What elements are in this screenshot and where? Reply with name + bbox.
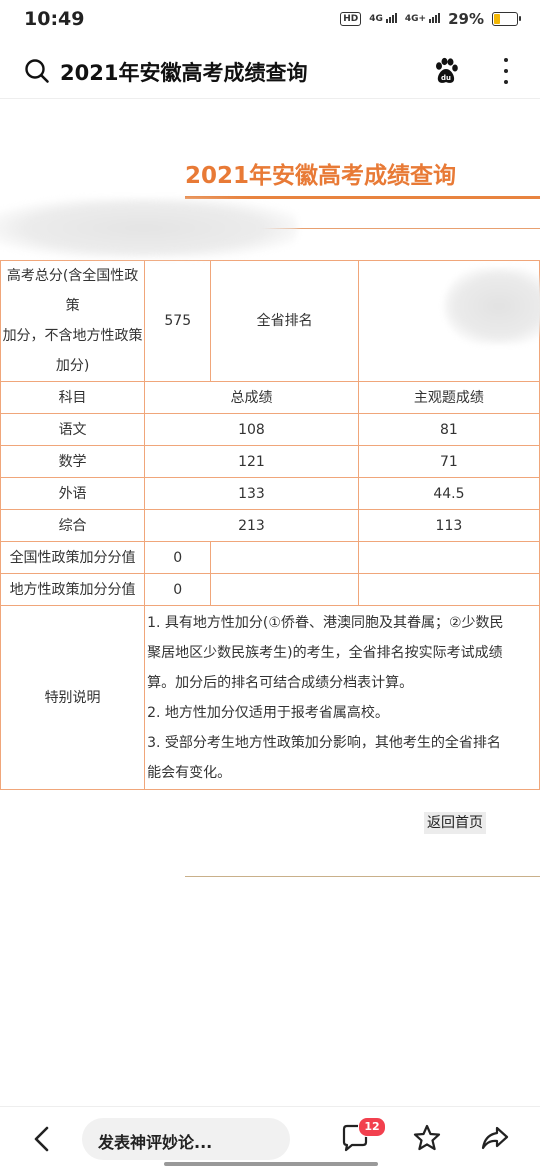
national-bonus-value: 0 bbox=[144, 541, 212, 574]
note-text: 1. 具有地方性加分(①侨眷、港澳同胞及其眷属；②少数民 聚居地区少数民族考生)… bbox=[144, 605, 540, 790]
page-title: 2021年安徽高考成绩查询 bbox=[60, 61, 308, 85]
search-icon[interactable] bbox=[24, 58, 50, 84]
empty-cell bbox=[357, 573, 540, 606]
table-row: 数学 121 71 bbox=[0, 445, 540, 478]
battery-percent: 29% bbox=[448, 10, 484, 28]
table-row: 外语 133 44.5 bbox=[0, 477, 540, 510]
comment-placeholder: 发表神评妙论... bbox=[98, 1133, 213, 1152]
total-label-line: 加分，不含地方性政策 bbox=[2, 328, 143, 344]
home-indicator[interactable] bbox=[164, 1162, 378, 1166]
header-subject: 科目 bbox=[0, 381, 146, 414]
subjective-cell: 113 bbox=[357, 509, 540, 542]
national-bonus-label: 全国性政策加分分值 bbox=[0, 541, 146, 574]
comment-count-badge: 12 bbox=[358, 1117, 386, 1137]
comment-input[interactable]: 发表神评妙论... bbox=[82, 1118, 290, 1160]
title-bar: 2021年安徽高考成绩查询 du bbox=[0, 44, 540, 99]
battery-icon bbox=[492, 12, 521, 26]
share-icon[interactable] bbox=[480, 1123, 510, 1153]
note-line: 3. 受部分考生地方性政策加分影响，其他考生的全省排名 bbox=[147, 734, 501, 751]
battery-level bbox=[494, 14, 501, 24]
content-heading: 2021年安徽高考成绩查询 bbox=[185, 163, 457, 189]
total-cell: 133 bbox=[144, 477, 359, 510]
table-header-row: 科目 总成绩 主观题成绩 bbox=[0, 381, 540, 414]
header-total: 总成绩 bbox=[144, 381, 359, 414]
signal-4g-icon: 4G bbox=[369, 13, 397, 24]
table-row: 综合 213 113 bbox=[0, 509, 540, 542]
rank-label: 全省排名 bbox=[210, 260, 359, 382]
note-line: 1. 具有地方性加分(①侨眷、港澳同胞及其眷属；②少数民 bbox=[147, 614, 504, 631]
total-cell: 213 bbox=[144, 509, 359, 542]
subject-cell: 外语 bbox=[0, 477, 146, 510]
total-cell: 121 bbox=[144, 445, 359, 478]
note-line: 聚居地区少数民族考生)的考生，全省排名按实际考试成绩 bbox=[147, 644, 503, 661]
total-label-line: 高考总分(含全国性政策 bbox=[6, 268, 139, 314]
empty-cell bbox=[210, 573, 359, 606]
signal-4g-label: 4G bbox=[369, 14, 383, 24]
table-row-national-bonus: 全国性政策加分分值 0 bbox=[0, 541, 540, 574]
svg-text:du: du bbox=[441, 74, 451, 82]
signal-4g-plus-label: 4G+ bbox=[404, 14, 427, 24]
subject-cell: 语文 bbox=[0, 413, 146, 446]
baidu-paw-icon[interactable]: du bbox=[432, 57, 460, 85]
score-table: 高考总分(含全国性政策 加分，不含地方性政策 加分) 575 全省排名 科目 总… bbox=[0, 260, 540, 790]
total-score-value: 575 bbox=[144, 260, 212, 382]
subjective-cell: 81 bbox=[357, 413, 540, 446]
subject-cell: 数学 bbox=[0, 445, 146, 478]
redacted-name-blur bbox=[0, 198, 298, 258]
empty-cell bbox=[357, 541, 540, 574]
note-line: 2. 地方性加分仅适用于报考省属高校。 bbox=[147, 704, 389, 721]
empty-cell bbox=[210, 541, 359, 574]
total-label-line: 加分) bbox=[55, 358, 90, 374]
note-line: 能会有变化。 bbox=[147, 764, 232, 781]
star-icon[interactable] bbox=[412, 1123, 442, 1153]
subject-cell: 综合 bbox=[0, 509, 146, 542]
status-bar: 10:49 HD 4G 4G+ 29% bbox=[0, 0, 540, 44]
bottom-divider bbox=[185, 876, 540, 877]
more-vertical-icon[interactable] bbox=[496, 56, 516, 86]
local-bonus-label: 地方性政策加分分值 bbox=[0, 573, 146, 606]
note-label: 特别说明 bbox=[0, 605, 146, 790]
signal-4g-plus-icon: 4G+ bbox=[404, 13, 441, 24]
status-time: 10:49 bbox=[24, 8, 85, 30]
table-row-local-bonus: 地方性政策加分分值 0 bbox=[0, 573, 540, 606]
header-subjective: 主观题成绩 bbox=[357, 381, 540, 414]
note-line: 算。加分后的排名可结合成绩分档表计算。 bbox=[147, 674, 414, 691]
subjective-cell: 44.5 bbox=[357, 477, 540, 510]
total-score-label: 高考总分(含全国性政策 加分，不含地方性政策 加分) bbox=[0, 260, 146, 382]
hd-icon: HD bbox=[340, 12, 362, 26]
local-bonus-value: 0 bbox=[144, 573, 212, 606]
redacted-rank-blur bbox=[444, 268, 540, 344]
table-row: 语文 108 81 bbox=[0, 413, 540, 446]
subjective-cell: 71 bbox=[357, 445, 540, 478]
table-row-notes: 特别说明 1. 具有地方性加分(①侨眷、港澳同胞及其眷属；②少数民 聚居地区少数… bbox=[0, 605, 540, 790]
total-cell: 108 bbox=[144, 413, 359, 446]
back-home-button[interactable]: 返回首页 bbox=[424, 812, 486, 834]
back-arrow-icon[interactable] bbox=[30, 1125, 54, 1153]
status-icons: HD 4G 4G+ 29% bbox=[340, 10, 521, 28]
